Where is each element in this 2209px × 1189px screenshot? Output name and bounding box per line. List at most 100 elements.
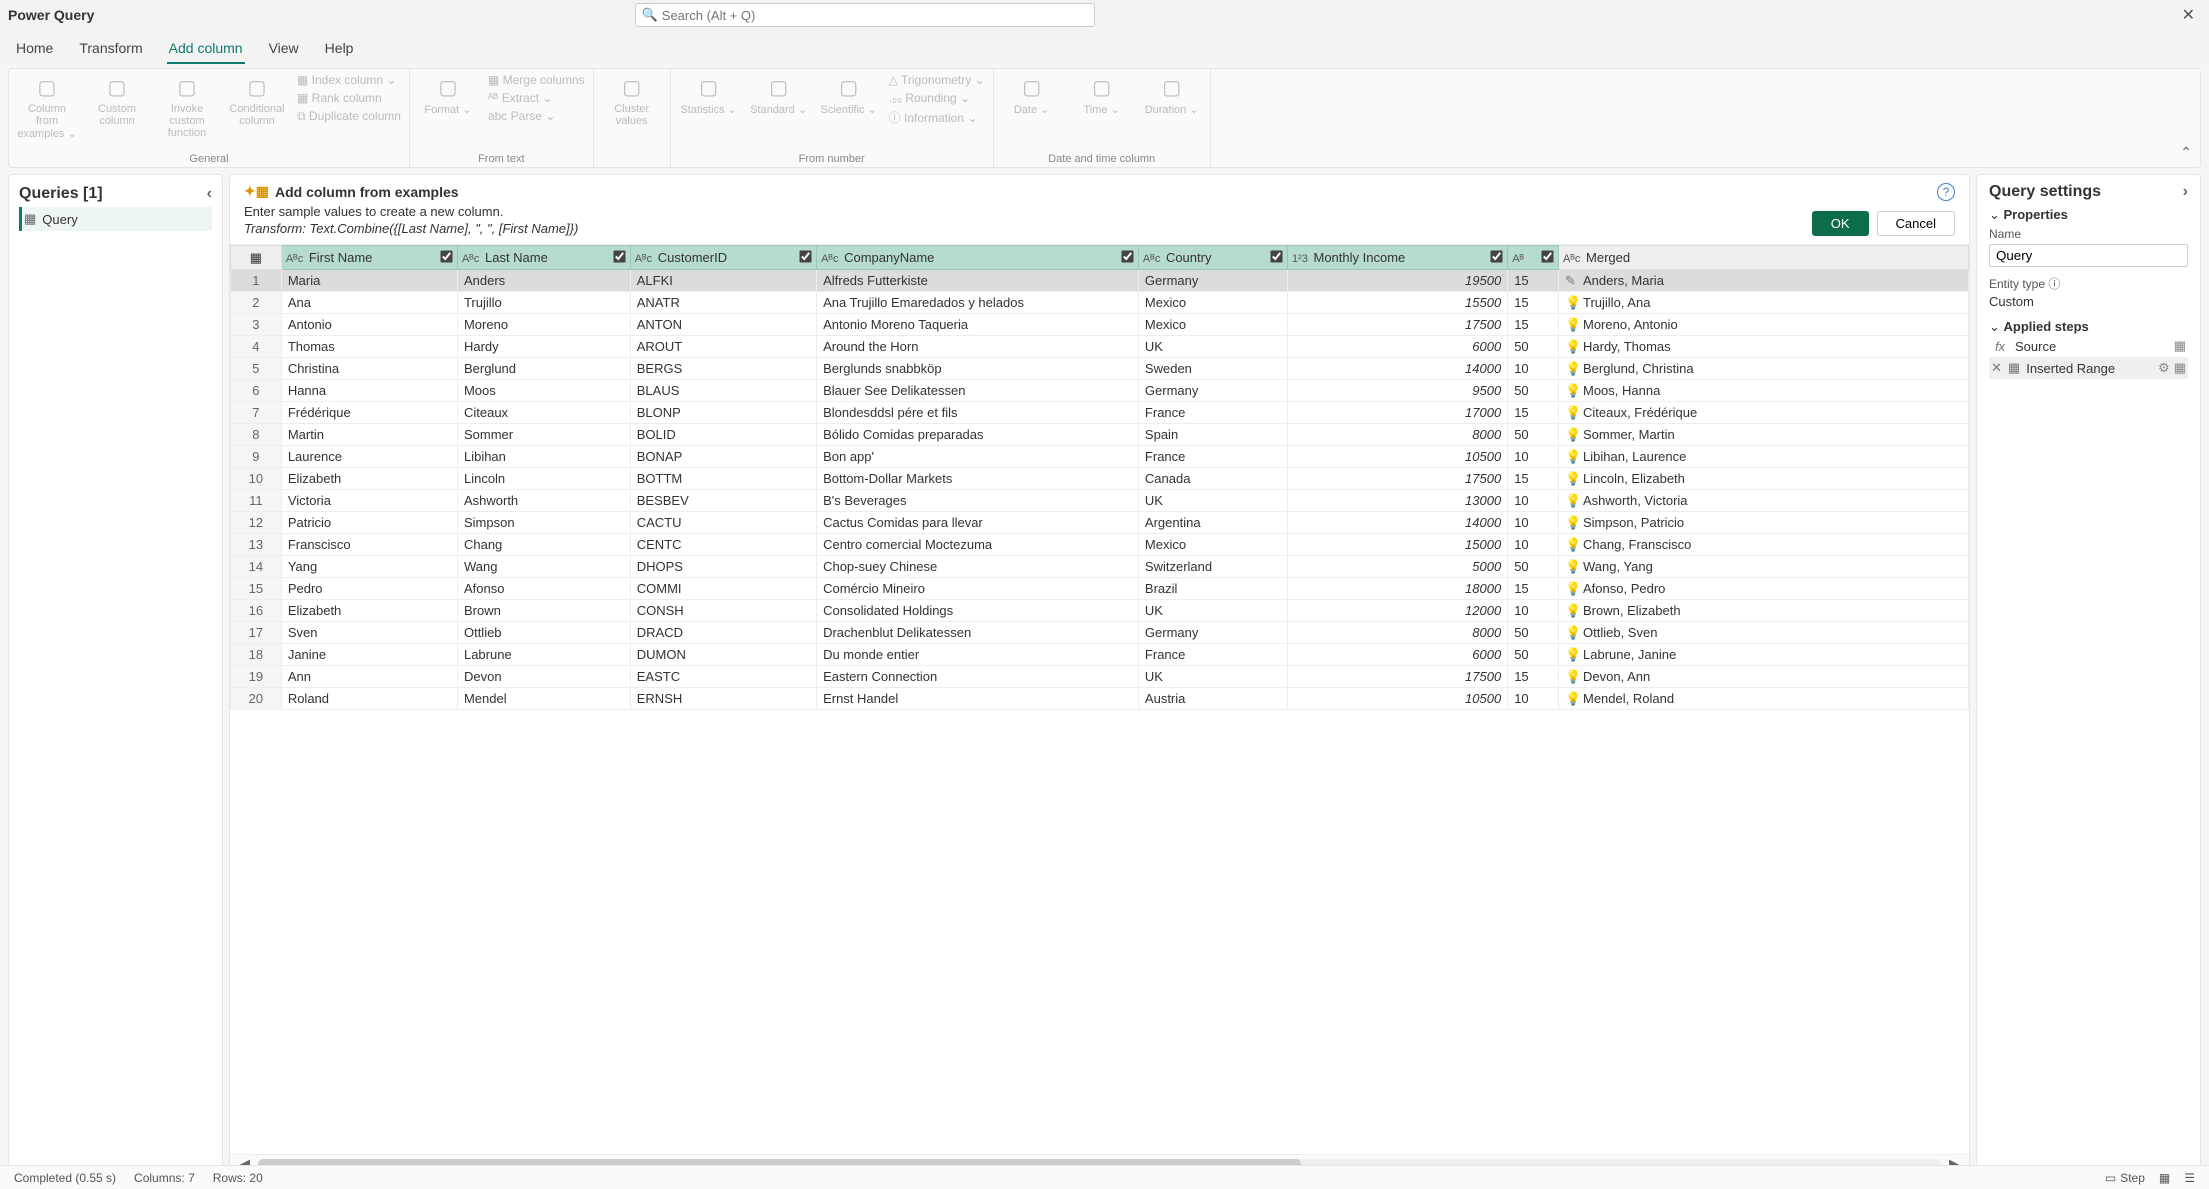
- col-header-companyname[interactable]: Aᴮc CompanyName: [817, 246, 1139, 270]
- table-row[interactable]: 19AnnDevonEASTCEastern ConnectionUK17500…: [231, 666, 1969, 688]
- ribbon-sm--information-[interactable]: ⓘ Information ⌄: [889, 109, 985, 126]
- cell[interactable]: 17500: [1287, 314, 1507, 336]
- col-check[interactable]: [799, 250, 811, 262]
- rownum-cell[interactable]: 3: [231, 314, 282, 336]
- cell[interactable]: 15: [1508, 666, 1559, 688]
- tab-home[interactable]: Home: [14, 36, 55, 64]
- cell[interactable]: Ana: [281, 292, 457, 314]
- cell[interactable]: 18000: [1287, 578, 1507, 600]
- cell[interactable]: Hardy: [457, 336, 630, 358]
- cell[interactable]: Germany: [1138, 380, 1287, 402]
- cell[interactable]: Sweden: [1138, 358, 1287, 380]
- cell[interactable]: 💡Mendel, Roland: [1559, 688, 1969, 710]
- table-row[interactable]: 14YangWangDHOPSChop-suey ChineseSwitzerl…: [231, 556, 1969, 578]
- cell[interactable]: Brazil: [1138, 578, 1287, 600]
- cell[interactable]: Alfreds Futterkiste: [817, 270, 1139, 292]
- ribbon-sm-abc-parse-[interactable]: abc Parse ⌄: [488, 109, 585, 123]
- ribbon-time-[interactable]: ▢Time ⌄: [1072, 73, 1132, 116]
- col-check[interactable]: [1541, 250, 1553, 262]
- rownum-cell[interactable]: 7: [231, 402, 282, 424]
- cell[interactable]: CENTC: [630, 534, 816, 556]
- cell[interactable]: 10500: [1287, 446, 1507, 468]
- cell[interactable]: 10: [1508, 358, 1559, 380]
- cell[interactable]: Chop-suey Chinese: [817, 556, 1139, 578]
- cancel-button[interactable]: Cancel: [1877, 211, 1955, 236]
- ribbon-statistics-[interactable]: ▢Statistics ⌄: [679, 73, 739, 116]
- cell[interactable]: Bólido Comidas preparadas: [817, 424, 1139, 446]
- cell[interactable]: Consolidated Holdings: [817, 600, 1139, 622]
- table-row[interactable]: 9LaurenceLibihanBONAPBon app'France10500…: [231, 446, 1969, 468]
- cell[interactable]: ✎Anders, Maria: [1559, 270, 1969, 292]
- cell[interactable]: France: [1138, 402, 1287, 424]
- cell[interactable]: BERGS: [630, 358, 816, 380]
- ribbon-sm--rounding-[interactable]: .₀₀ Rounding ⌄: [889, 91, 985, 105]
- cell[interactable]: France: [1138, 446, 1287, 468]
- ribbon-sm--trigonometry-[interactable]: △ Trigonometry ⌄: [889, 73, 985, 87]
- cell[interactable]: 12000: [1287, 600, 1507, 622]
- cell[interactable]: DUMON: [630, 644, 816, 666]
- cell[interactable]: Bottom-Dollar Markets: [817, 468, 1139, 490]
- rownum-cell[interactable]: 10: [231, 468, 282, 490]
- cell[interactable]: DRACD: [630, 622, 816, 644]
- rownum-cell[interactable]: 13: [231, 534, 282, 556]
- table-row[interactable]: 17SvenOttliebDRACDDrachenblut Delikatess…: [231, 622, 1969, 644]
- ribbon-scientific-[interactable]: ▢Scientific ⌄: [819, 73, 879, 116]
- cell[interactable]: Brown: [457, 600, 630, 622]
- ribbon-sm--index-column-[interactable]: ▦ Index column ⌄: [297, 73, 401, 87]
- table-row[interactable]: 13FransciscoChangCENTCCentro comercial M…: [231, 534, 1969, 556]
- step-action-icon[interactable]: ⚙: [2158, 360, 2170, 376]
- step-button[interactable]: ▭ Step: [2105, 1171, 2145, 1185]
- cell[interactable]: Drachenblut Delikatessen: [817, 622, 1139, 644]
- cell[interactable]: Citeaux: [457, 402, 630, 424]
- cell[interactable]: Spain: [1138, 424, 1287, 446]
- cell[interactable]: 5000: [1287, 556, 1507, 578]
- cell[interactable]: Germany: [1138, 622, 1287, 644]
- rownum-cell[interactable]: 12: [231, 512, 282, 534]
- col-header-country[interactable]: Aᴮc Country: [1138, 246, 1287, 270]
- cell[interactable]: 50: [1508, 336, 1559, 358]
- cell[interactable]: 14000: [1287, 358, 1507, 380]
- rownum-header[interactable]: ▦: [231, 246, 282, 270]
- cell[interactable]: 💡Sommer, Martin: [1559, 424, 1969, 446]
- ribbon-cluster-values[interactable]: ▢Cluster values: [602, 73, 662, 127]
- step-action-icon[interactable]: ▦: [2174, 338, 2186, 354]
- table-row[interactable]: 16ElizabethBrownCONSHConsolidated Holdin…: [231, 600, 1969, 622]
- cell[interactable]: ERNSH: [630, 688, 816, 710]
- cell[interactable]: Berglund: [457, 358, 630, 380]
- cell[interactable]: Canada: [1138, 468, 1287, 490]
- queries-collapse-icon[interactable]: ‹: [207, 185, 212, 203]
- cell[interactable]: 💡Brown, Elizabeth: [1559, 600, 1969, 622]
- cell[interactable]: BLONP: [630, 402, 816, 424]
- ribbon-standard-[interactable]: ▢Standard ⌄: [749, 73, 809, 116]
- ribbon-collapse-icon[interactable]: ⌃: [2180, 144, 2192, 161]
- cell[interactable]: Simpson: [457, 512, 630, 534]
- col-check[interactable]: [1270, 250, 1282, 262]
- table-row[interactable]: 6HannaMoosBLAUSBlauer See DelikatessenGe…: [231, 380, 1969, 402]
- table-row[interactable]: 3AntonioMorenoANTONAntonio Moreno Taquer…: [231, 314, 1969, 336]
- col-header-merged[interactable]: Aᴮc Merged: [1559, 246, 1969, 270]
- query-name-input[interactable]: [1989, 244, 2188, 267]
- ribbon-sm--extract-[interactable]: ᴬᴮ Extract ⌄: [488, 91, 585, 105]
- cell[interactable]: 💡Afonso, Pedro: [1559, 578, 1969, 600]
- cell[interactable]: Franscisco: [281, 534, 457, 556]
- cell[interactable]: 6000: [1287, 644, 1507, 666]
- tab-add-column[interactable]: Add column: [167, 36, 245, 64]
- cell[interactable]: Victoria: [281, 490, 457, 512]
- ribbon-date-[interactable]: ▢Date ⌄: [1002, 73, 1062, 116]
- table-row[interactable]: 10ElizabethLincolnBOTTMBottom-Dollar Mar…: [231, 468, 1969, 490]
- cell[interactable]: Antonio: [281, 314, 457, 336]
- cell[interactable]: Lincoln: [457, 468, 630, 490]
- rownum-cell[interactable]: 18: [231, 644, 282, 666]
- cell[interactable]: COMMI: [630, 578, 816, 600]
- cell[interactable]: Mexico: [1138, 292, 1287, 314]
- cell[interactable]: Sven: [281, 622, 457, 644]
- cell[interactable]: BONAP: [630, 446, 816, 468]
- cell[interactable]: Thomas: [281, 336, 457, 358]
- cell[interactable]: 💡Wang, Yang: [1559, 556, 1969, 578]
- table-row[interactable]: 4ThomasHardyAROUTAround the HornUK600050…: [231, 336, 1969, 358]
- cell[interactable]: Wang: [457, 556, 630, 578]
- applied-steps-section[interactable]: Applied steps: [1989, 319, 2188, 335]
- rownum-cell[interactable]: 14: [231, 556, 282, 578]
- ribbon-sm--merge-columns[interactable]: ▦ Merge columns: [488, 73, 585, 87]
- cell[interactable]: 17000: [1287, 402, 1507, 424]
